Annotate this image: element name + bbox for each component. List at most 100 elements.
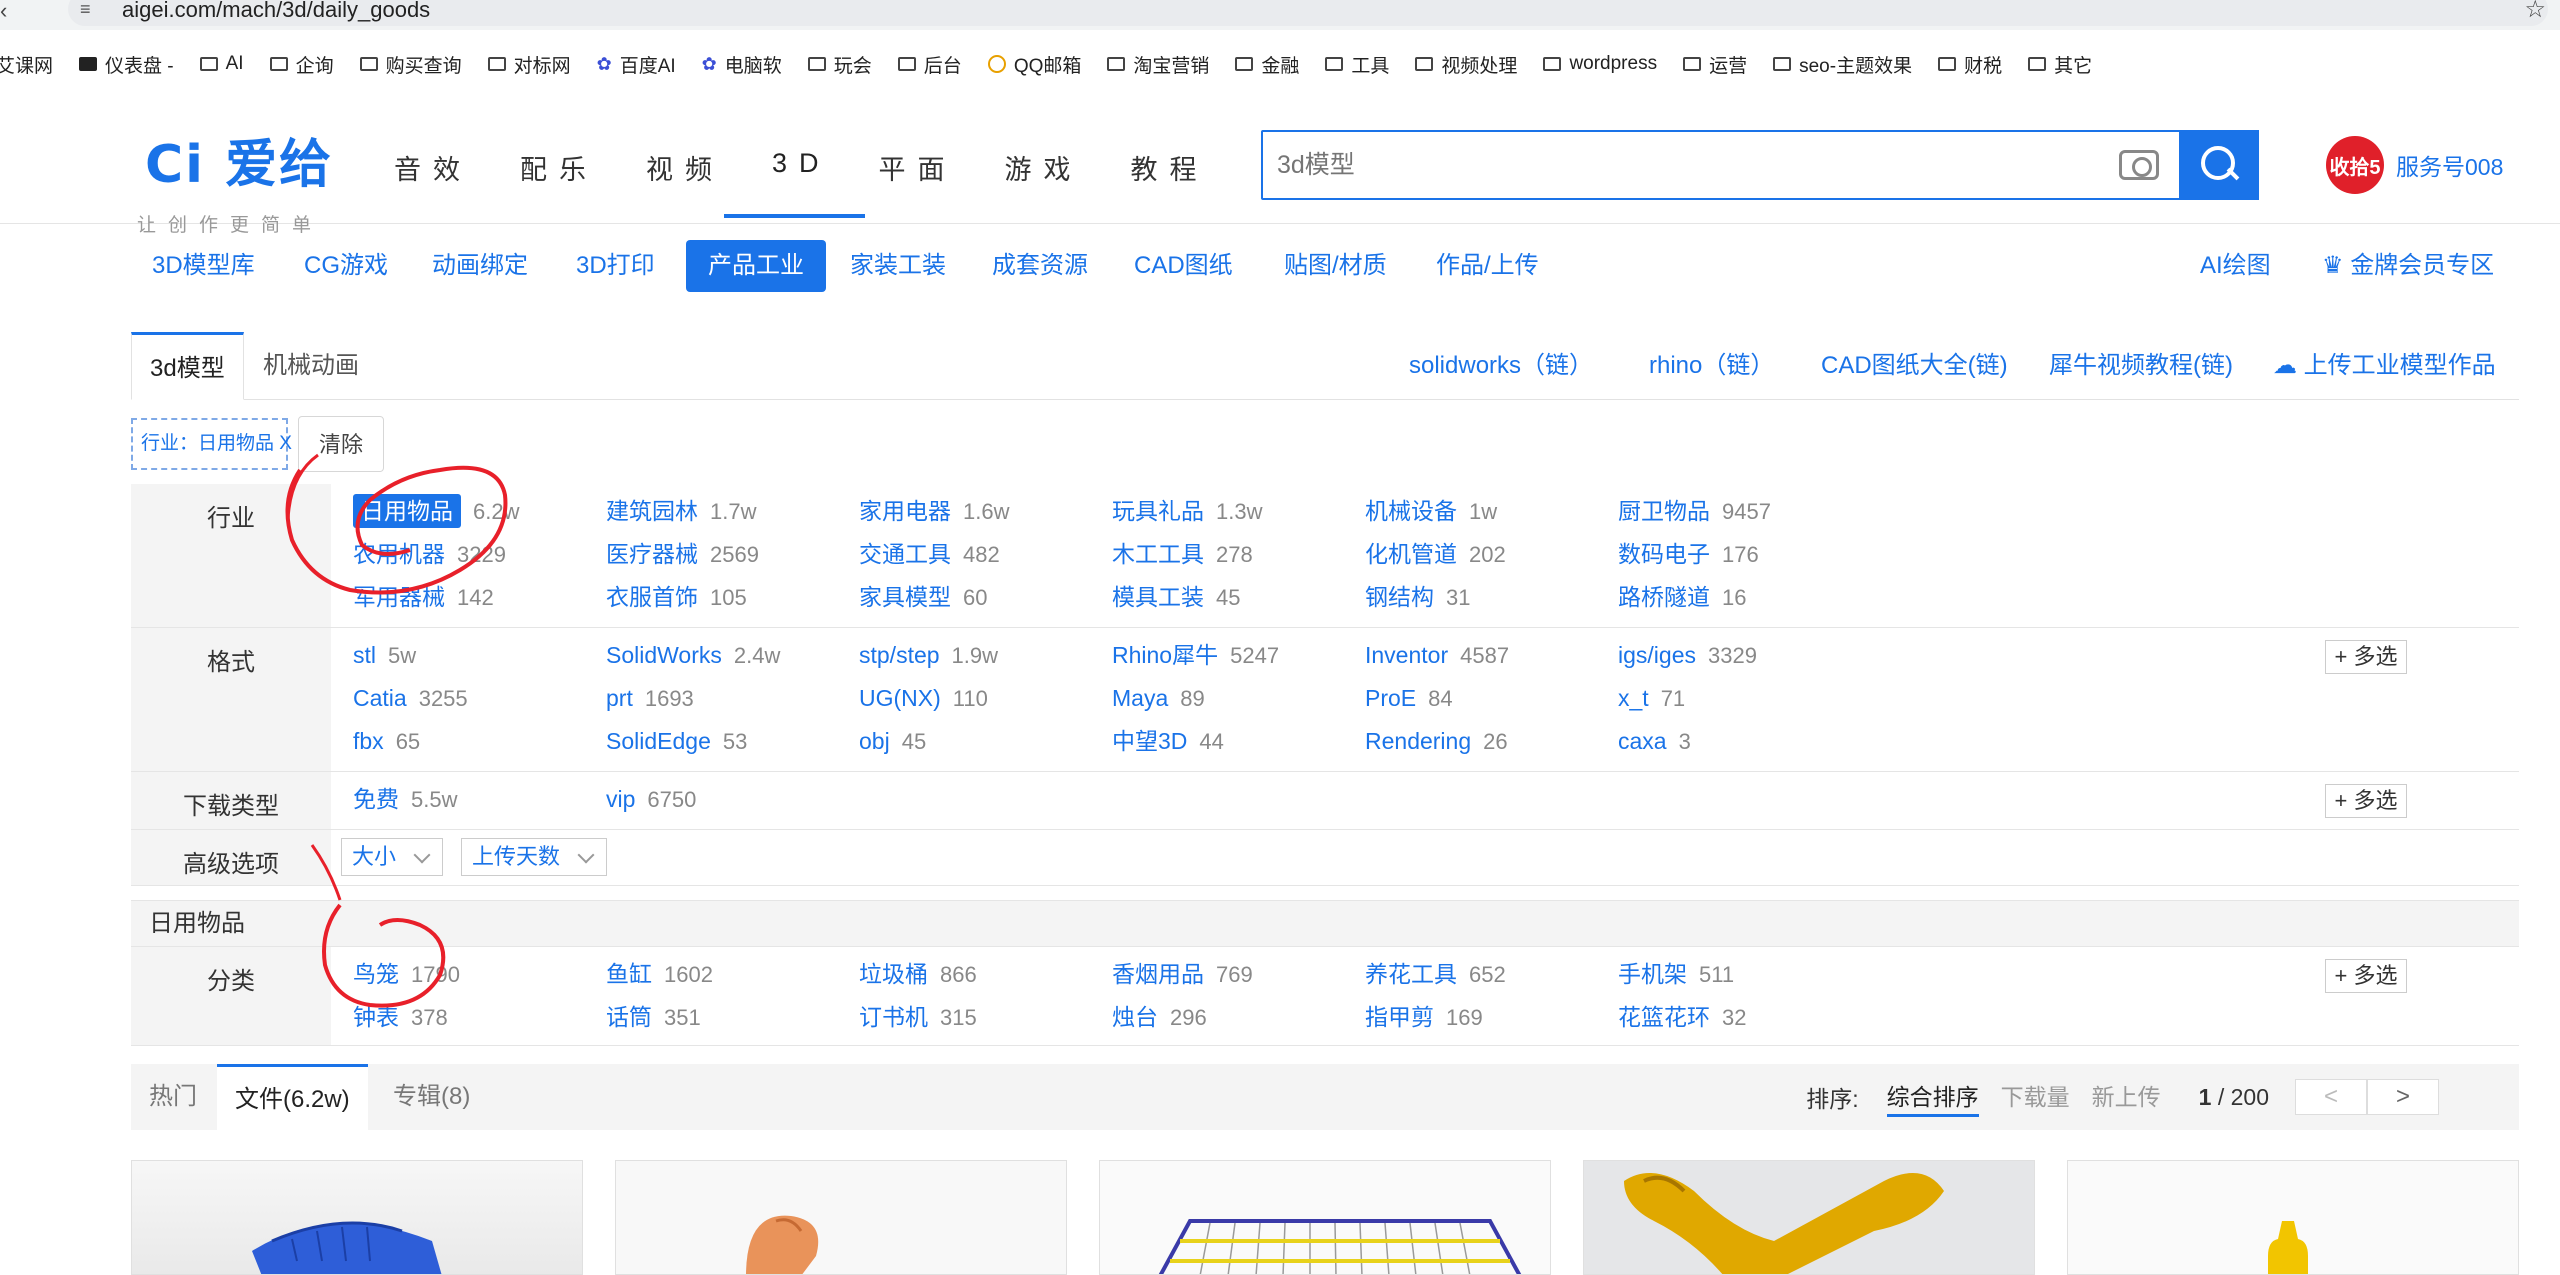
result-card-thumbnail[interactable]: [131, 1160, 583, 1275]
filter-option[interactable]: Maya 89: [1112, 677, 1365, 720]
filter-option[interactable]: 手机架 511: [1618, 953, 1871, 996]
filter-option[interactable]: 鱼缸 1602: [606, 953, 859, 996]
filter-option[interactable]: 数码电子 176: [1618, 533, 1871, 576]
advanced-dropdown[interactable]: 大小: [341, 838, 444, 876]
upload-works-link[interactable]: ☁ 上传工业模型作品: [2273, 332, 2496, 400]
filter-option[interactable]: 家具模型 60: [859, 576, 1112, 619]
filter-option[interactable]: caxa 3: [1618, 720, 1871, 763]
filter-option[interactable]: 钟表 378: [353, 996, 606, 1039]
result-card-thumbnail[interactable]: [1583, 1160, 2035, 1275]
avatar[interactable]: 收拾5: [2326, 136, 2384, 194]
multi-select-button[interactable]: + 多选: [2325, 640, 2407, 674]
main-nav-item[interactable]: 平面: [879, 148, 957, 187]
filter-option[interactable]: Rhino犀牛 5247: [1112, 634, 1365, 677]
external-link[interactable]: solidworks（链）: [1409, 332, 1593, 400]
bookmark-item[interactable]: 金融: [1235, 51, 1299, 78]
filter-option[interactable]: 垃圾桶 866: [859, 953, 1112, 996]
filter-option[interactable]: 军用器械 142: [353, 576, 606, 619]
multi-select-button[interactable]: + 多选: [2325, 784, 2407, 818]
bookmark-item[interactable]: 视频处理: [1415, 51, 1517, 78]
filter-option[interactable]: 免费 5.5w: [353, 778, 606, 821]
bookmark-item[interactable]: wordpress: [1543, 53, 1657, 75]
ai-draw-link[interactable]: AI绘图: [2196, 246, 2275, 286]
filter-option[interactable]: 木工工具 278: [1112, 533, 1365, 576]
bookmark-item[interactable]: seo-主题效果: [1773, 51, 1912, 78]
bookmark-item[interactable]: 购买查询: [359, 51, 462, 78]
results-tab[interactable]: 专辑(8): [375, 1064, 488, 1130]
bookmark-item[interactable]: AI: [199, 53, 244, 75]
filter-option[interactable]: prt 1693: [606, 677, 859, 720]
bookmark-item[interactable]: ✿ 百度AI: [597, 51, 676, 78]
result-card-thumbnail[interactable]: [1099, 1160, 1551, 1275]
filter-option[interactable]: 指甲剪 169: [1365, 996, 1618, 1039]
filter-option[interactable]: 日用物品 6.2w: [353, 490, 606, 533]
filter-option[interactable]: 钢结构 31: [1365, 576, 1618, 619]
model-tab[interactable]: 机械动画: [245, 332, 377, 400]
filter-option[interactable]: 化机管道 202: [1365, 533, 1618, 576]
advanced-dropdown[interactable]: 上传天数: [461, 838, 608, 876]
filter-option[interactable]: SolidEdge 53: [606, 720, 859, 763]
sort-option[interactable]: 下载量: [2001, 1078, 2070, 1117]
bookmark-item[interactable]: 后台: [897, 51, 962, 78]
filter-option[interactable]: 农用机器 3229: [353, 533, 606, 576]
filter-option[interactable]: 交通工具 482: [859, 533, 1112, 576]
filter-option[interactable]: UG(NX) 110: [859, 677, 1112, 720]
bookmark-item[interactable]: 仪表盘 -: [79, 51, 174, 78]
main-nav-item[interactable]: 视频: [646, 148, 724, 187]
filter-option[interactable]: fbx 65: [353, 720, 606, 763]
filter-option[interactable]: Rendering 26: [1365, 720, 1618, 763]
main-nav-item[interactable]: 3D: [724, 148, 864, 218]
clear-filter-button[interactable]: 清除: [298, 416, 384, 472]
external-link[interactable]: CAD图纸大全(链): [1821, 332, 2008, 400]
main-nav-item[interactable]: 音效: [394, 148, 472, 187]
filter-option[interactable]: igs/iges 3329: [1618, 634, 1871, 677]
username[interactable]: 服务号008: [2396, 148, 2503, 182]
bookmark-item[interactable]: 运营: [1683, 51, 1747, 78]
search-input[interactable]: [1277, 144, 2097, 186]
bookmark-item[interactable]: 玩会: [807, 51, 872, 78]
filter-option[interactable]: Catia 3255: [353, 677, 606, 720]
bookmark-item[interactable]: 工具: [1325, 51, 1389, 78]
filter-option[interactable]: 医疗器械 2569: [606, 533, 859, 576]
url-text[interactable]: aigei.com/mach/3d/daily_goods: [122, 0, 430, 21]
filter-option[interactable]: 机械设备 1w: [1365, 490, 1618, 533]
subnav-item[interactable]: 作品/上传: [1432, 246, 1543, 286]
subnav-item[interactable]: 3D打印: [572, 246, 659, 286]
results-tab[interactable]: 文件(6.2w): [217, 1064, 368, 1130]
subnav-item[interactable]: CAD图纸: [1130, 246, 1237, 286]
filter-option[interactable]: 衣服首饰 105: [606, 576, 859, 619]
main-nav-item[interactable]: 配乐: [520, 148, 598, 187]
filter-option[interactable]: 玩具礼品 1.3w: [1112, 490, 1365, 533]
filter-option[interactable]: x_t 71: [1618, 677, 1871, 720]
bookmark-item[interactable]: ✿ 电脑软: [702, 51, 782, 78]
bookmark-star-icon[interactable]: ☆: [2524, 0, 2546, 22]
results-tab[interactable]: 热门: [131, 1064, 215, 1130]
bookmark-item[interactable]: 企询: [269, 51, 334, 78]
filter-option[interactable]: vip 6750: [606, 778, 859, 821]
subnav-item[interactable]: 动画绑定: [428, 246, 532, 286]
gold-member-link[interactable]: ♛ 金牌会员专区: [2318, 246, 2498, 286]
filter-option[interactable]: 厨卫物品 9457: [1618, 490, 1871, 533]
filter-option[interactable]: stl 5w: [353, 634, 606, 677]
filter-option[interactable]: 香烟用品 769: [1112, 953, 1365, 996]
camera-icon[interactable]: [2119, 150, 2159, 180]
user-menu[interactable]: 收拾5 服务号008: [2326, 136, 2503, 194]
external-link[interactable]: 犀牛视频教程(链): [2049, 332, 2233, 400]
back-icon[interactable]: ‹: [0, 0, 7, 24]
prev-page-button[interactable]: <: [2295, 1079, 2367, 1115]
bookmark-item[interactable]: 对标网: [487, 51, 571, 78]
filter-option[interactable]: Inventor 4587: [1365, 634, 1618, 677]
bookmark-item[interactable]: 财税: [1938, 51, 2002, 78]
filter-option[interactable]: 建筑园林 1.7w: [606, 490, 859, 533]
subnav-item[interactable]: 家装工装: [846, 246, 950, 286]
filter-option[interactable]: stp/step 1.9w: [859, 634, 1112, 677]
subnav-item[interactable]: 成套资源: [988, 246, 1092, 286]
filter-option[interactable]: 家用电器 1.6w: [859, 490, 1112, 533]
filter-option[interactable]: obj 45: [859, 720, 1112, 763]
next-page-button[interactable]: >: [2367, 1079, 2439, 1115]
external-link[interactable]: rhino（链）: [1649, 332, 1774, 400]
multi-select-button[interactable]: + 多选: [2325, 959, 2407, 993]
subnav-item[interactable]: CG游戏: [300, 246, 392, 286]
sort-option[interactable]: 综合排序: [1886, 1078, 1979, 1117]
filter-option[interactable]: 花篮花环 32: [1618, 996, 1871, 1039]
